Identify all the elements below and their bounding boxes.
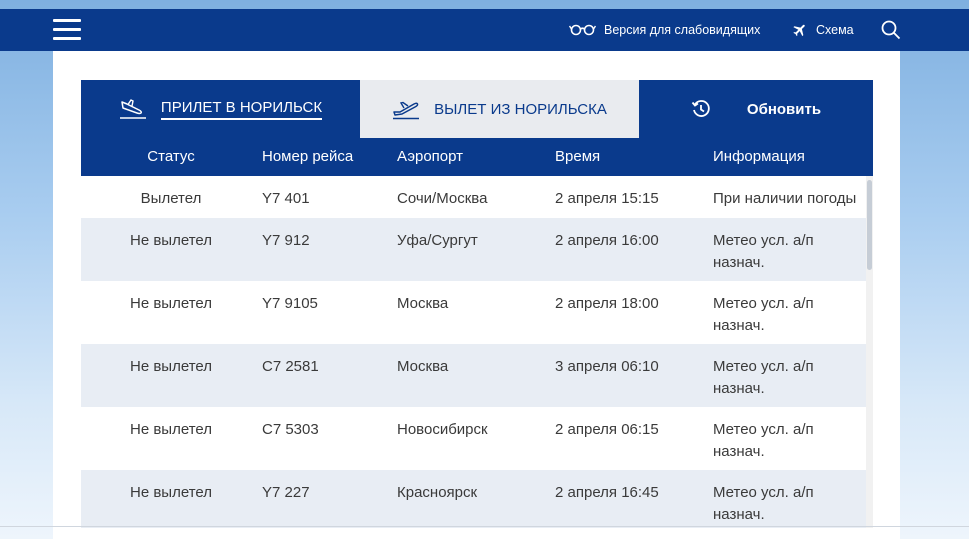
history-refresh-icon — [691, 100, 710, 117]
time-cell: 3 апреля 06:10 — [555, 358, 659, 375]
airport-cell: Красноярск — [397, 484, 478, 501]
table-row[interactable]: Вылетел Y7 401 Сочи/Москва 2 апреля 15:1… — [81, 176, 866, 218]
table-row[interactable]: Не вылетел С7 2581 Москва 3 апреля 06:10… — [81, 344, 866, 407]
search-icon[interactable] — [881, 20, 901, 40]
tab-arrivals[interactable]: ПРИЛЕТ В НОРИЛЬСК — [81, 80, 360, 138]
content-panel: ПРИЛЕТ В НОРИЛЬСК ВЫЛЕТ ИЗ НОРИЛЬСКА Обн… — [53, 51, 900, 539]
refresh-label: Обновить — [746, 100, 822, 118]
status-cell: Не вылетел — [130, 421, 212, 438]
accessibility-version-label: Версия для слабовидящих — [604, 23, 761, 37]
info-cell: Метео усл. а/п назнач. — [713, 295, 814, 334]
airport-cell: Москва — [397, 358, 449, 375]
time-cell: 2 апреля 16:45 — [555, 484, 659, 501]
plane-landing-icon — [119, 99, 146, 119]
status-cell: Не вылетел — [130, 295, 212, 312]
column-header-time: Время — [555, 148, 601, 165]
top-navigation-bar: Версия для слабовидящих Схема — [0, 9, 969, 51]
time-cell: 2 апреля 15:15 — [555, 190, 659, 207]
airport-cell: Сочи/Москва — [397, 190, 488, 207]
status-cell: Вылетел — [140, 190, 202, 207]
flights-table-body: Вылетел Y7 401 Сочи/Москва 2 апреля 15:1… — [81, 176, 866, 528]
status-cell: Не вылетел — [130, 232, 212, 249]
scrollbar-thumb[interactable] — [867, 180, 872, 270]
flight-number-cell: С7 5303 — [262, 421, 319, 438]
info-cell: Метео усл. а/п назнач. — [713, 484, 814, 523]
flight-board: ПРИЛЕТ В НОРИЛЬСК ВЫЛЕТ ИЗ НОРИЛЬСКА Обн… — [81, 80, 873, 528]
flight-number-cell: С7 2581 — [262, 358, 319, 375]
column-header-airport: Аэропорт — [397, 148, 464, 165]
refresh-button[interactable]: Обновить — [639, 80, 873, 138]
time-cell: 2 апреля 18:00 — [555, 295, 659, 312]
flight-tabs: ПРИЛЕТ В НОРИЛЬСК ВЫЛЕТ ИЗ НОРИЛЬСКА Обн… — [81, 80, 873, 138]
table-row[interactable]: Не вылетел С7 5303 Новосибирск 2 апреля … — [81, 407, 866, 470]
time-cell: 2 апреля 06:15 — [555, 421, 659, 438]
table-row[interactable]: Не вылетел Y7 227 Красноярск 2 апреля 16… — [81, 470, 866, 528]
hamburger-menu-icon[interactable] — [53, 19, 81, 41]
flight-number-cell: Y7 9105 — [262, 295, 318, 312]
flight-number-cell: Y7 912 — [262, 232, 310, 249]
table-row[interactable]: Не вылетел Y7 912 Уфа/Сургут 2 апреля 16… — [81, 218, 866, 281]
scheme-label: Схема — [816, 23, 854, 37]
scheme-link[interactable]: Схема — [792, 9, 854, 51]
airplane-icon — [793, 24, 805, 37]
airport-cell: Москва — [397, 295, 449, 312]
tab-departures[interactable]: ВЫЛЕТ ИЗ НОРИЛЬСКА — [360, 80, 639, 138]
glasses-icon — [569, 24, 596, 36]
column-header-flight: Номер рейса — [262, 148, 354, 165]
tab-departures-label: ВЫЛЕТ ИЗ НОРИЛЬСКА — [434, 100, 607, 118]
info-cell: Метео усл. а/п назнач. — [713, 232, 814, 271]
airport-cell: Уфа/Сургут — [397, 232, 478, 249]
table-row[interactable]: Не вылетел Y7 9105 Москва 2 апреля 18:00… — [81, 281, 866, 344]
divider — [0, 526, 969, 527]
info-cell: Метео усл. а/п назнач. — [713, 358, 814, 397]
column-header-status: Статус — [147, 148, 195, 165]
info-cell: При наличии погоды — [713, 190, 857, 207]
flight-number-cell: Y7 227 — [262, 484, 310, 501]
status-cell: Не вылетел — [130, 358, 212, 375]
column-header-info: Информация — [713, 148, 805, 165]
accessibility-version-link[interactable]: Версия для слабовидящих — [569, 9, 760, 51]
plane-takeoff-icon — [393, 101, 420, 120]
info-cell: Метео усл. а/п назнач. — [713, 421, 814, 460]
table-header: Статус Номер рейса Аэропорт Время Информ… — [81, 138, 873, 176]
tab-arrivals-label: ПРИЛЕТ В НОРИЛЬСК — [160, 99, 323, 120]
time-cell: 2 апреля 16:00 — [555, 232, 659, 249]
flight-number-cell: Y7 401 — [262, 190, 310, 207]
table-scrollbar[interactable] — [866, 176, 873, 528]
status-cell: Не вылетел — [130, 484, 212, 501]
airport-cell: Новосибирск — [397, 421, 488, 438]
